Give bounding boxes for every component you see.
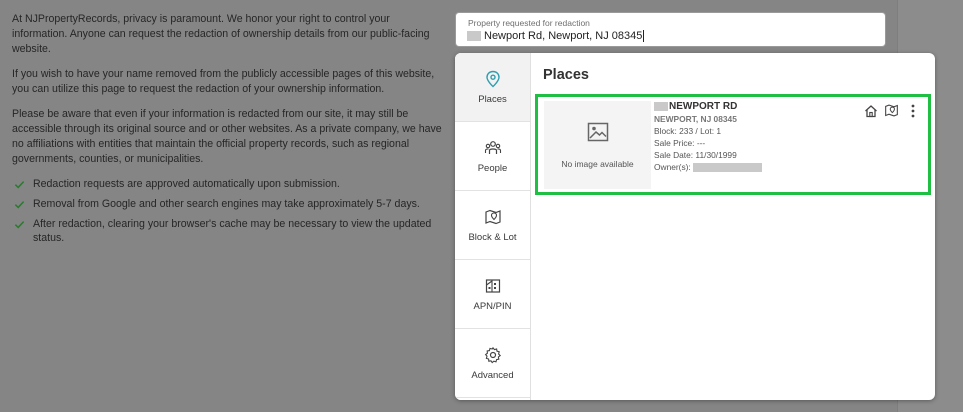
benefits-checklist: Redaction requests are approved automati… [12,177,444,245]
property-details: NEWPORT RD NEWPORT, NJ 08345 Block: 233 … [654,100,854,173]
intro-paragraph-1: At NJPropertyRecords, privacy is paramou… [12,13,430,55]
property-street[interactable]: NEWPORT RD [654,100,854,113]
property-city: NEWPORT, NJ 08345 [654,114,737,124]
list-item: After redaction, clearing your browser's… [12,217,444,245]
redacted-block [654,102,668,111]
checklist-text: Redaction requests are approved automati… [33,178,340,190]
tab-label: Places [478,93,507,105]
gear-icon [484,346,502,364]
checkmark-icon [12,177,26,191]
property-search-input[interactable]: Property requested for redaction Newport… [455,12,886,47]
property-sale-price: Sale Price: --- [654,138,706,148]
tab-label: APN/PIN [473,300,512,312]
result-actions [863,103,920,118]
property-block-lot: Block: 233 / Lot: 1 [654,126,722,136]
map-pin-icon [484,70,502,88]
intro-text: At NJPropertyRecords, privacy is paramou… [12,12,444,251]
redacted-owner-name [692,162,762,172]
tab-label: People [477,162,508,174]
tab-apn-pin[interactable]: APN/PIN [455,260,530,329]
checklist-text: After redaction, clearing your browser's… [33,218,432,244]
results-title: Places [543,67,589,83]
map-marker-icon [484,208,502,226]
tab-block-lot[interactable]: Block & Lot [455,191,530,260]
tab-label: Block & Lot [468,231,517,243]
search-results-dropdown: Places People Block & Lot APN/PIN Advanc… [455,53,935,400]
more-options-icon[interactable] [905,103,920,118]
checklist-text: Removal from Google and other search eng… [33,198,420,210]
street-name: NEWPORT RD [669,101,738,112]
image-placeholder-icon [587,122,609,147]
search-type-tabs: Places People Block & Lot APN/PIN Advanc… [455,53,531,400]
property-sale-date: Sale Date: 11/30/1999 [654,150,737,160]
tab-places[interactable]: Places [455,53,530,122]
map-marker-icon[interactable] [884,103,899,118]
text-caret [643,30,645,42]
redacted-block [467,31,481,41]
checkmark-icon [12,217,26,231]
building-icon [484,277,502,295]
search-field-label: Property requested for redaction [468,18,590,28]
list-item: Redaction requests are approved automati… [12,177,444,191]
tab-label: Advanced [471,369,514,381]
results-content: Places No image available NEWPORT RD NEW… [532,53,935,400]
intro-paragraph-2: If you wish to have your name removed fr… [12,68,435,95]
intro-paragraph-3: Please be aware that even if your inform… [12,108,442,165]
property-owners: Owner(s): [654,161,854,173]
tab-people[interactable]: People [455,122,530,191]
checkmark-icon [12,197,26,211]
search-field-value[interactable]: Newport Rd, Newport, NJ 08345 [467,30,645,42]
people-icon [484,139,502,157]
search-value-text: Newport Rd, Newport, NJ 08345 [484,30,643,42]
tab-advanced[interactable]: Advanced [455,329,530,398]
home-icon[interactable] [863,103,878,118]
property-result-card[interactable]: No image available NEWPORT RD NEWPORT, N… [535,94,931,195]
property-thumbnail: No image available [544,101,651,189]
owner-label: Owner(s): [654,162,691,172]
list-item: Removal from Google and other search eng… [12,197,444,211]
no-image-text: No image available [561,158,634,169]
